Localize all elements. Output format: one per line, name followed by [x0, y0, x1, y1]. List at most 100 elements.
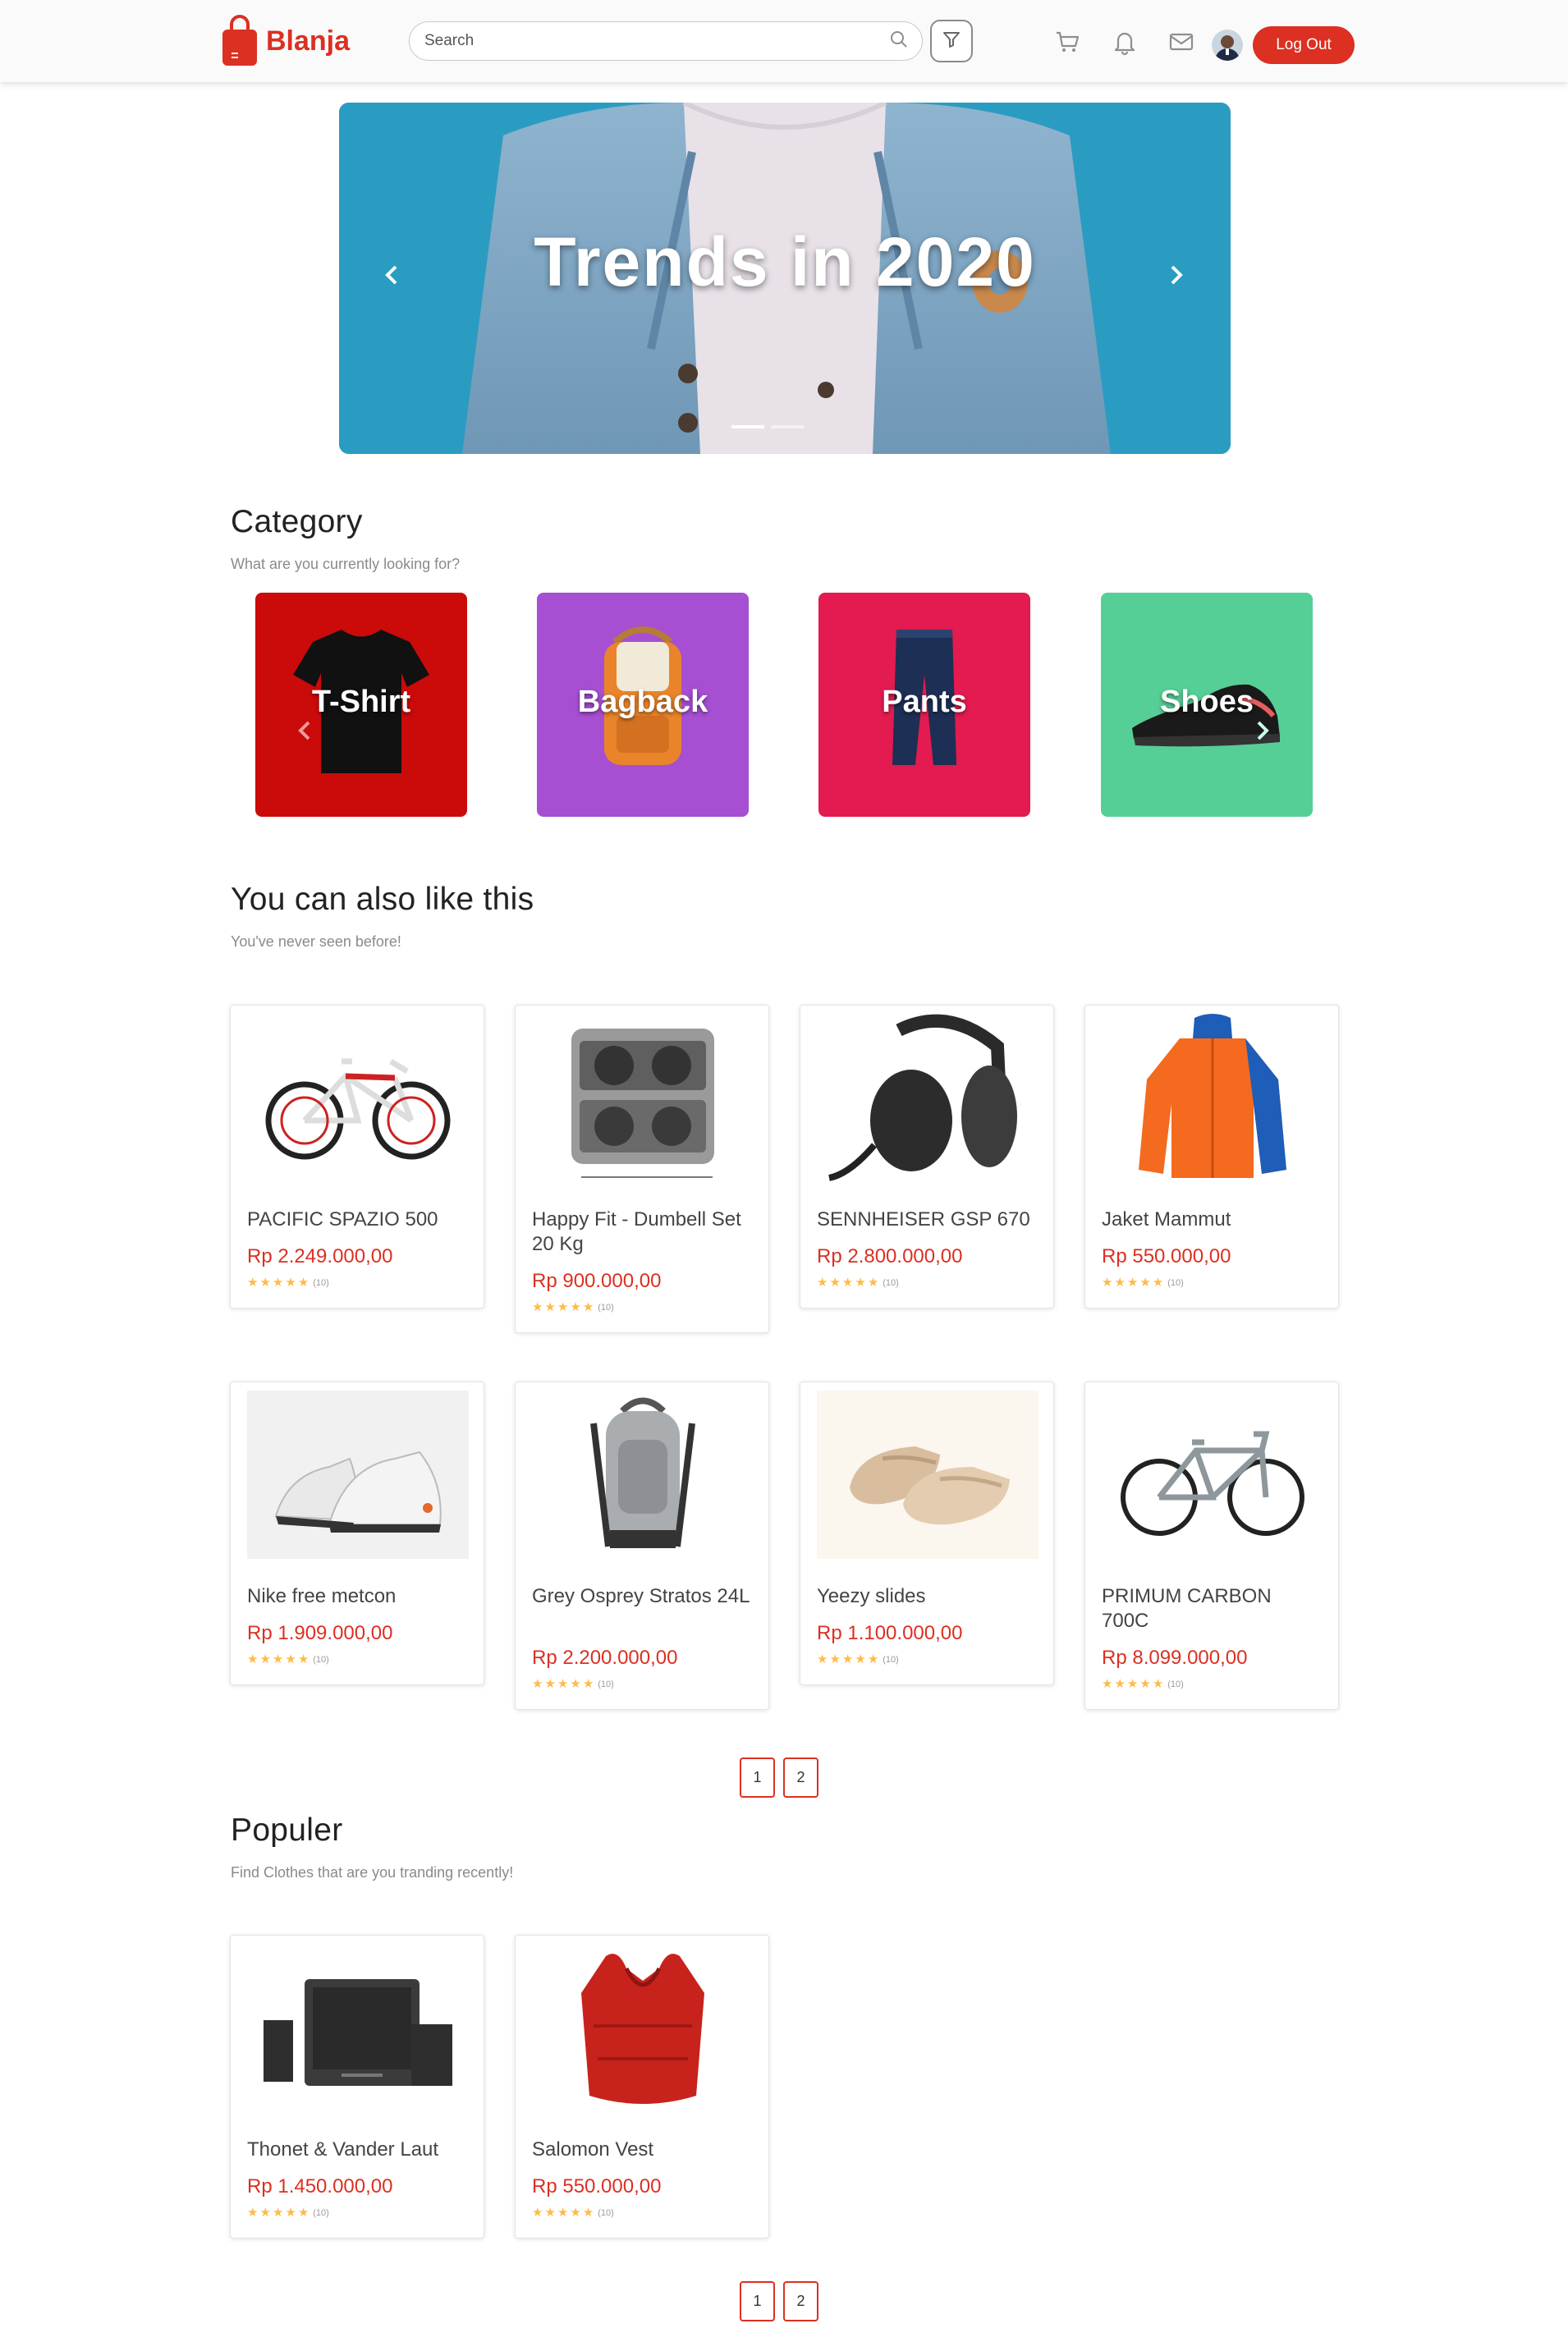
- star-icon: ★: [297, 1652, 309, 1666]
- category-prev-icon[interactable]: [292, 716, 317, 745]
- star-icon: ★: [247, 2206, 259, 2220]
- product-name: SENNHEISER GSP 670: [817, 1208, 1030, 1230]
- brand-name: Blanja: [266, 25, 351, 57]
- pagination: 1 2: [740, 2281, 818, 2321]
- product-name: Grey Osprey Stratos 24L: [532, 1585, 750, 1607]
- product-price: Rp 1.100.000,00: [817, 1622, 963, 1644]
- star-icon: ★: [557, 2206, 569, 2220]
- review-count: (10): [313, 2207, 329, 2218]
- hero-title: Trends in 2020: [534, 223, 1036, 300]
- category-card-shoes[interactable]: Shoes: [1101, 593, 1313, 817]
- product-price: Rp 550.000,00: [532, 2175, 662, 2197]
- filter-button[interactable]: [930, 20, 973, 62]
- star-icon: ★: [582, 1677, 594, 1691]
- star-icon: ★: [829, 1276, 841, 1290]
- bell-icon[interactable]: [1111, 28, 1139, 56]
- star-icon: ★: [1126, 1677, 1139, 1691]
- product-rating: ★ ★ ★ ★ ★ (10): [1102, 1276, 1184, 1289]
- product-price: Rp 2.800.000,00: [817, 1245, 963, 1267]
- product-card[interactable]: Grey Osprey Stratos 24L Rp 2.200.000,00 …: [515, 1382, 769, 1710]
- review-count: (10): [313, 1654, 329, 1665]
- star-icon: ★: [1102, 1276, 1113, 1290]
- navbar: Blanja Log Out: [0, 0, 1568, 82]
- star-icon: ★: [247, 1276, 259, 1290]
- category-title: Category: [231, 504, 363, 539]
- product-card[interactable]: Salomon Vest Rp 550.000,00 ★ ★ ★ ★ ★ (10): [515, 1935, 769, 2239]
- cart-icon[interactable]: [1053, 28, 1081, 56]
- star-icon: ★: [544, 1677, 556, 1691]
- star-icon: ★: [272, 1276, 284, 1290]
- star-icon: ★: [829, 1652, 841, 1666]
- product-card[interactable]: Thonet & Vander Laut Rp 1.450.000,00 ★ ★ ★…: [230, 1935, 484, 2239]
- brand-logo[interactable]: Blanja: [220, 15, 350, 67]
- product-name: Salomon Vest: [532, 2138, 654, 2161]
- category-label: T-Shirt: [311, 685, 411, 719]
- mail-icon[interactable]: [1167, 28, 1195, 56]
- search-input[interactable]: [424, 32, 889, 50]
- product-image: [1102, 1391, 1323, 1559]
- category-subtitle: What are you currently looking for?: [231, 556, 461, 572]
- product-price: Rp 900.000,00: [532, 1270, 662, 1292]
- category-label: Shoes: [1159, 685, 1254, 719]
- hero-next-icon[interactable]: [1160, 259, 1193, 291]
- product-card[interactable]: Yeezy slides Rp 1.100.000,00 ★ ★ ★ ★ ★ (10): [800, 1382, 1054, 1685]
- product-name: Jaket Mammut: [1102, 1208, 1231, 1230]
- product-card[interactable]: Happy Fit - Dumbell Set 20 Kg Rp 900.000…: [515, 1005, 769, 1333]
- logout-button[interactable]: Log Out: [1253, 26, 1355, 64]
- product-rating: ★ ★ ★ ★ ★ (10): [532, 1678, 614, 1690]
- product-price: Rp 550.000,00: [1102, 1245, 1231, 1267]
- star-icon: ★: [817, 1652, 828, 1666]
- review-count: (10): [598, 1679, 614, 1689]
- product-card[interactable]: PACIFIC SPAZIO 500 Rp 2.249.000,00 ★ ★ ★ ★ ★…: [230, 1005, 484, 1308]
- star-icon: ★: [247, 1652, 259, 1666]
- star-icon: ★: [841, 1276, 854, 1290]
- page-button[interactable]: 2: [783, 1757, 818, 1798]
- review-count: (10): [883, 1277, 899, 1288]
- product-name: Happy Fit - Dumbell Set 20 Kg: [532, 1208, 741, 1255]
- page-button[interactable]: 1: [740, 2281, 775, 2321]
- product-image: [532, 1014, 754, 1182]
- star-icon: ★: [1126, 1276, 1139, 1290]
- star-icon: ★: [867, 1652, 879, 1666]
- star-icon: ★: [855, 1276, 866, 1290]
- product-card[interactable]: PRIMUM CARBON 700C Rp 8.099.000,00 ★ ★ ★ ★ ★…: [1084, 1382, 1339, 1710]
- product-image: [817, 1014, 1038, 1182]
- product-image: [817, 1391, 1038, 1559]
- hero-indicators: [731, 425, 804, 428]
- popular-title: Populer: [231, 1812, 343, 1848]
- product-rating: ★ ★ ★ ★ ★ (10): [532, 1301, 614, 1313]
- popular-subtitle: Find Clothes that are you tranding recen…: [231, 1864, 514, 1881]
- category-card-pants[interactable]: Pants: [818, 593, 1030, 817]
- hero-indicator[interactable]: [771, 425, 804, 428]
- star-icon: ★: [582, 2206, 594, 2220]
- product-card[interactable]: Nike free metcon Rp 1.909.000,00 ★ ★ ★ ★ ★ (…: [230, 1382, 484, 1685]
- review-count: (10): [598, 2207, 614, 2218]
- star-icon: ★: [817, 1276, 828, 1290]
- star-icon: ★: [1114, 1677, 1126, 1691]
- product-name: Nike free metcon: [247, 1585, 397, 1607]
- product-card[interactable]: SENNHEISER GSP 670 Rp 2.800.000,00 ★ ★ ★ ★ ★…: [800, 1005, 1054, 1308]
- product-rating: ★ ★ ★ ★ ★ (10): [532, 2207, 614, 2219]
- star-icon: ★: [855, 1652, 866, 1666]
- star-icon: ★: [557, 1300, 569, 1314]
- star-icon: ★: [1152, 1276, 1164, 1290]
- star-icon: ★: [297, 1276, 309, 1290]
- avatar[interactable]: [1212, 30, 1243, 61]
- star-icon: ★: [544, 1300, 556, 1314]
- pagination: 1 2: [740, 1757, 818, 1798]
- category-card-tshirt[interactable]: T-Shirt: [255, 593, 467, 817]
- product-card[interactable]: Jaket Mammut Rp 550.000,00 ★ ★ ★ ★ ★ (10): [1084, 1005, 1339, 1308]
- product-rating: ★ ★ ★ ★ ★ (10): [817, 1276, 899, 1289]
- product-image: [1102, 1014, 1323, 1182]
- hero-indicator[interactable]: [731, 425, 764, 428]
- search-icon[interactable]: [889, 30, 909, 53]
- hero-prev-icon[interactable]: [375, 259, 408, 291]
- category-card-bagback[interactable]: Bagback: [537, 593, 749, 817]
- product-rating: ★ ★ ★ ★ ★ (10): [1102, 1678, 1184, 1690]
- page-button[interactable]: 2: [783, 2281, 818, 2321]
- page-button[interactable]: 1: [740, 1757, 775, 1798]
- category-next-icon[interactable]: [1250, 716, 1275, 745]
- star-icon: ★: [259, 1276, 271, 1290]
- product-name: Yeezy slides: [817, 1585, 926, 1607]
- star-icon: ★: [272, 1652, 284, 1666]
